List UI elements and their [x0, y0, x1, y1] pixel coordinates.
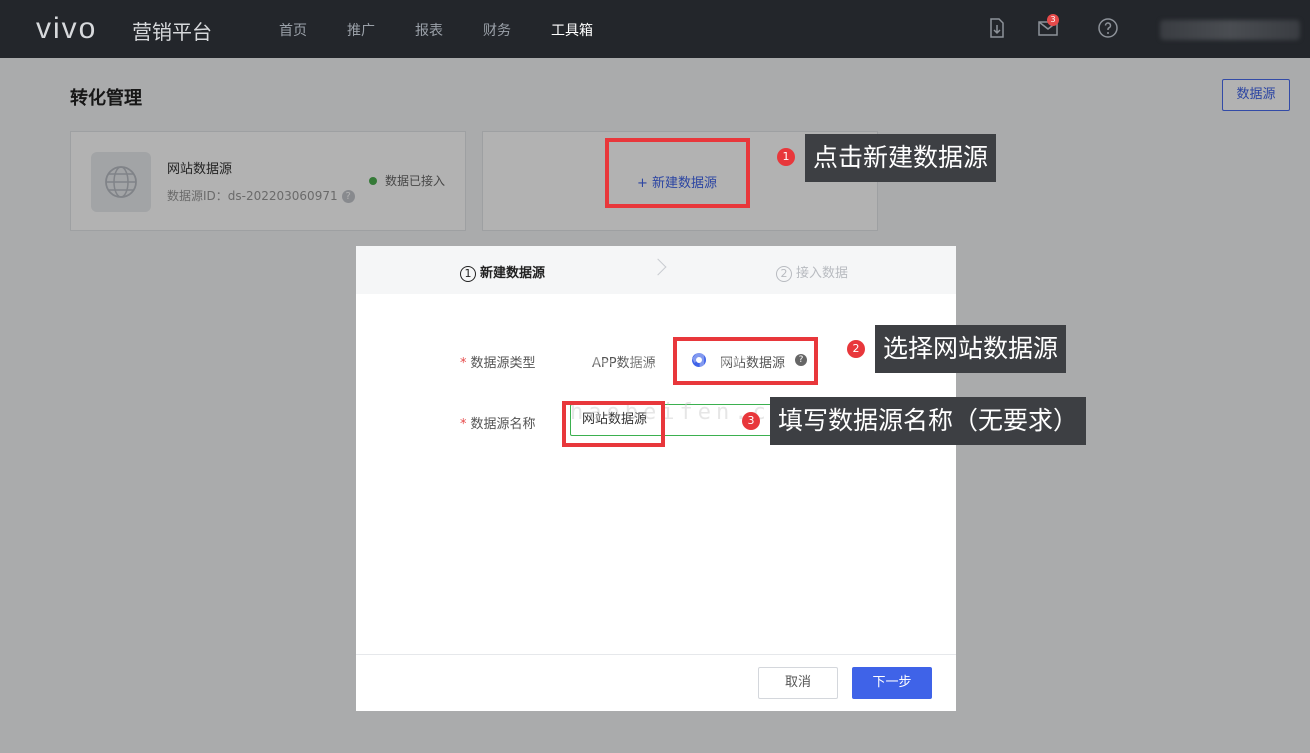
- next-step-button[interactable]: 下一步: [852, 667, 932, 699]
- step-label: 接入数据: [796, 266, 849, 281]
- top-bar: vivo 营销平台 首页 推广 报表 财务 工具箱 3: [0, 0, 1310, 58]
- step-new-datasource: 1 新建数据源: [460, 262, 545, 282]
- step-connect-data: 2 接入数据: [776, 262, 848, 282]
- nav-promotion[interactable]: 推广: [347, 20, 375, 40]
- nav-reports[interactable]: 报表: [415, 20, 443, 40]
- new-datasource-modal: 1 新建数据源 2 接入数据 * 数据源类型 APP数据源 网站数据源 ? * 数据源名…: [356, 246, 956, 711]
- vivo-logo[interactable]: vivo: [36, 12, 97, 46]
- highlight-name-input: [562, 401, 665, 447]
- step-number: 1: [460, 266, 476, 282]
- highlight-website-radio: [673, 337, 818, 385]
- type-label-text: 数据源类型: [470, 356, 536, 371]
- chevron-right-icon: [649, 258, 667, 276]
- annotation-number-1: 1: [777, 148, 795, 166]
- step-number: 2: [776, 266, 792, 282]
- steps-bar: 1 新建数据源 2 接入数据: [356, 246, 956, 294]
- nav-home[interactable]: 首页: [279, 20, 307, 40]
- annotation-label-3: 填写数据源名称（无要求）: [770, 397, 1087, 445]
- product-name: 营销平台: [132, 20, 212, 44]
- user-account[interactable]: [1160, 20, 1300, 40]
- help-icon[interactable]: [1096, 16, 1120, 40]
- required-mark: *: [460, 356, 467, 371]
- download-icon[interactable]: [985, 16, 1009, 40]
- name-field-label: * 数据源名称: [460, 413, 536, 432]
- required-mark: *: [460, 417, 467, 432]
- name-label-text: 数据源名称: [470, 417, 536, 432]
- mail-badge: 3: [1047, 14, 1059, 26]
- nav-finance[interactable]: 财务: [483, 20, 511, 40]
- cancel-button[interactable]: 取消: [758, 667, 838, 699]
- annotation-label-2: 选择网站数据源: [875, 325, 1067, 373]
- annotation-number-2: 2: [847, 340, 865, 358]
- annotation-label-1: 点击新建数据源: [805, 134, 997, 182]
- footer-divider: [356, 654, 956, 655]
- nav-toolbox[interactable]: 工具箱: [551, 20, 593, 40]
- annotation-number-3: 3: [742, 412, 760, 430]
- radio-app-label[interactable]: APP数据源: [592, 352, 656, 371]
- highlight-new-datasource: [605, 138, 750, 208]
- type-field-label: * 数据源类型: [460, 352, 536, 371]
- step-label: 新建数据源: [480, 266, 546, 281]
